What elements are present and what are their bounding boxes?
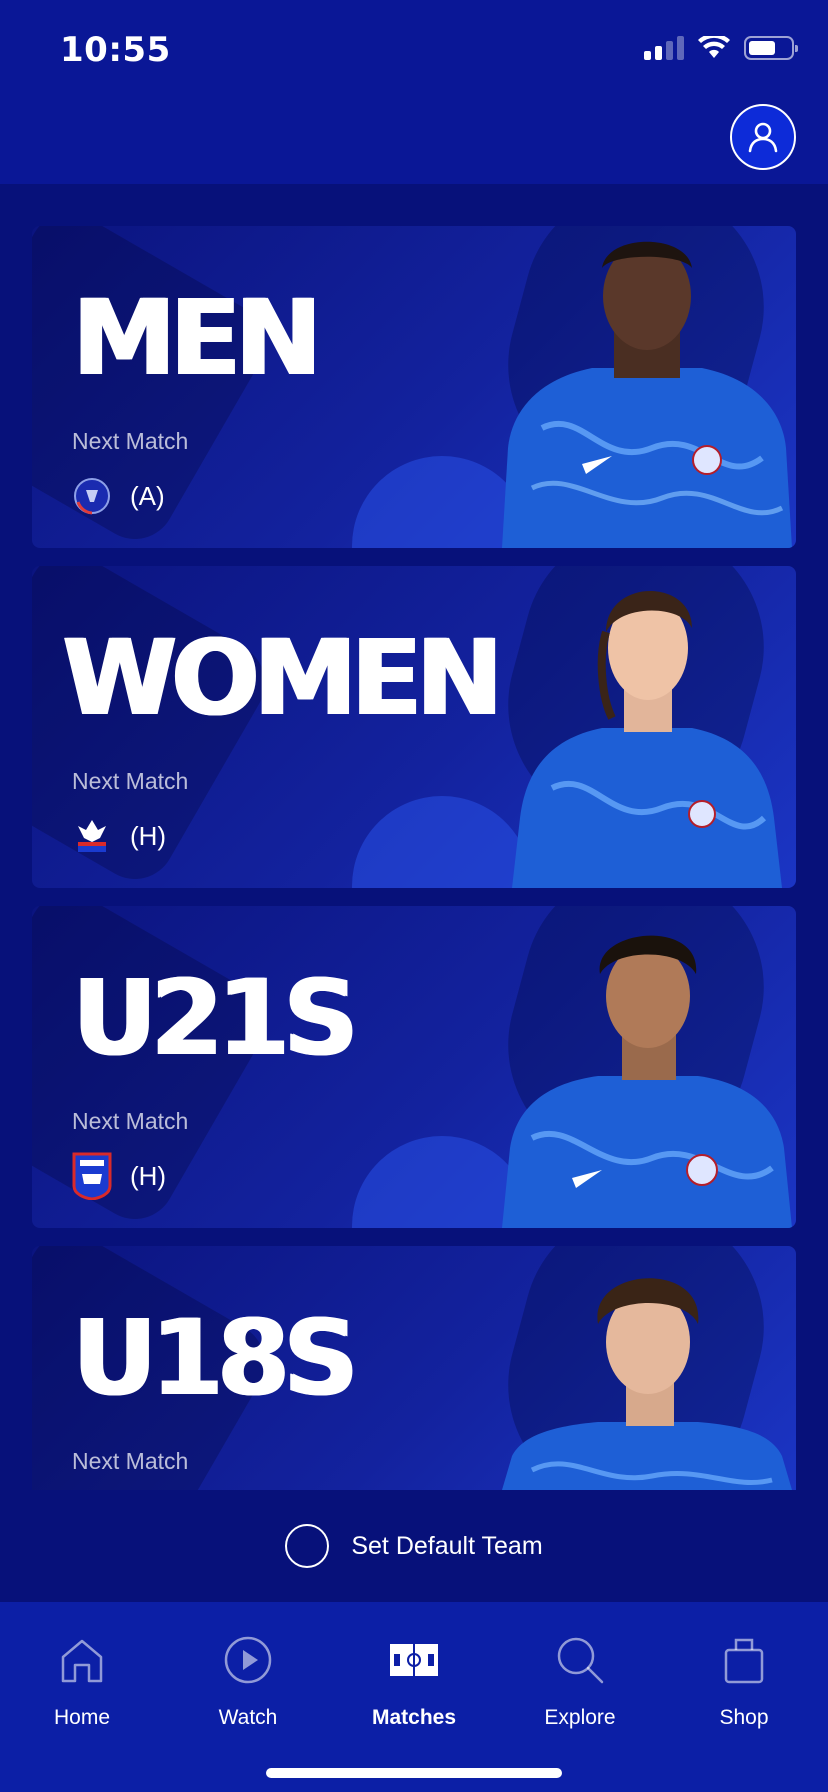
next-match-label: Next Match: [72, 1448, 189, 1474]
tab-matches[interactable]: Matches: [344, 1632, 484, 1730]
tab-label: Matches: [371, 1706, 457, 1729]
team-card-men[interactable]: MEN Next Match (A): [32, 226, 796, 548]
match-venue: (H): [130, 1160, 167, 1191]
team-title: U18S: [72, 1297, 358, 1419]
team-title: U21S: [72, 957, 358, 1079]
match-venue: (A): [130, 480, 165, 511]
team-title: MEN: [72, 277, 322, 399]
tab-watch[interactable]: Watch: [178, 1632, 318, 1730]
next-match-label: Next Match: [72, 1108, 189, 1134]
pitch-icon: [390, 1632, 438, 1688]
fc-copenhagen-crest-icon: [72, 476, 112, 516]
tab-label: Watch: [218, 1706, 278, 1729]
wifi-icon: [698, 36, 730, 58]
player-photo: [502, 1278, 792, 1490]
team-list: MEN Next Match (A) WOMEN Next Match (H) …: [0, 184, 828, 1490]
header: [0, 100, 828, 184]
next-match: (A): [72, 476, 165, 516]
player-photo: [502, 241, 792, 548]
tab-bar: Home Watch Matches Explore Shop: [0, 1602, 828, 1792]
status-bar: 10:55: [0, 0, 828, 100]
default-team-label: Set Default Team: [351, 1531, 543, 1560]
tab-label: Shop: [719, 1706, 769, 1729]
tab-home[interactable]: Home: [12, 1632, 152, 1730]
player-photo: [502, 935, 792, 1228]
tab-label: Explore: [544, 1706, 616, 1729]
bag-icon: [723, 1632, 765, 1688]
battery-icon: [744, 36, 798, 60]
team-card-u21s[interactable]: U21S Next Match (H): [32, 906, 796, 1228]
signal-icon: [644, 36, 684, 60]
home-icon: [59, 1632, 105, 1688]
team-title: WOMEN: [62, 617, 503, 739]
team-card-women[interactable]: WOMEN Next Match (H): [32, 566, 796, 888]
search-icon: [554, 1632, 606, 1688]
user-icon: [748, 122, 778, 153]
next-match-label: Next Match: [72, 428, 189, 454]
default-team-radio[interactable]: [285, 1524, 330, 1568]
home-indicator: [266, 1768, 562, 1778]
match-venue: (H): [130, 820, 167, 851]
profile-button[interactable]: [730, 104, 796, 170]
tab-label: Home: [53, 1706, 111, 1729]
player-photo: [512, 590, 782, 888]
set-default-team[interactable]: Set Default Team: [0, 1490, 828, 1602]
next-match-label: Next Match: [72, 768, 189, 794]
next-match: (H): [72, 816, 166, 856]
crystal-palace-crest-icon: [72, 816, 112, 856]
play-icon: [223, 1632, 273, 1688]
ipswich-town-crest-icon: [72, 1152, 112, 1200]
status-icons: [644, 36, 798, 60]
next-match: (H): [72, 1152, 167, 1200]
tab-explore[interactable]: Explore: [510, 1632, 650, 1730]
tab-shop[interactable]: Shop: [674, 1632, 814, 1730]
status-time: 10:55: [60, 30, 171, 70]
team-card-u18s[interactable]: U18S Next Match: [32, 1246, 796, 1490]
